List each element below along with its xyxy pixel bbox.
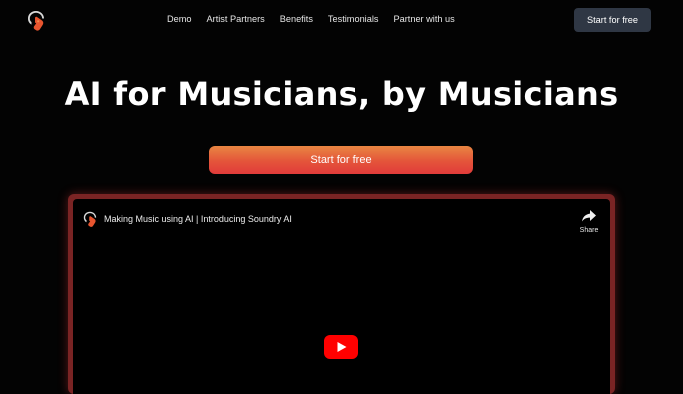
video-title[interactable]: Making Music using AI | Introducing Soun… (104, 214, 292, 224)
hero-title: AI for Musicians, by Musicians (64, 75, 619, 113)
nav-links: Demo Artist Partners Benefits Testimonia… (167, 14, 455, 24)
channel-logo-icon[interactable] (83, 211, 97, 228)
share-button[interactable]: Share (575, 207, 603, 234)
nav-link-demo[interactable]: Demo (167, 14, 192, 24)
youtube-video-player[interactable]: Making Music using AI | Introducing Soun… (73, 199, 610, 394)
top-nav: Demo Artist Partners Benefits Testimonia… (0, 0, 683, 40)
soundry-logo-icon[interactable] (27, 10, 45, 32)
youtube-play-icon[interactable] (324, 335, 358, 359)
nav-link-benefits[interactable]: Benefits (280, 14, 313, 24)
nav-link-artist-partners[interactable]: Artist Partners (207, 14, 265, 24)
nav-start-free-button[interactable]: Start for free (574, 8, 651, 32)
hero-start-free-button[interactable]: Start for free (209, 146, 473, 174)
nav-link-testimonials[interactable]: Testimonials (328, 14, 379, 24)
share-arrow-icon (582, 210, 596, 222)
share-label: Share (579, 227, 599, 234)
nav-link-partner-with-us[interactable]: Partner with us (393, 14, 454, 24)
video-frame: Making Music using AI | Introducing Soun… (68, 194, 615, 394)
